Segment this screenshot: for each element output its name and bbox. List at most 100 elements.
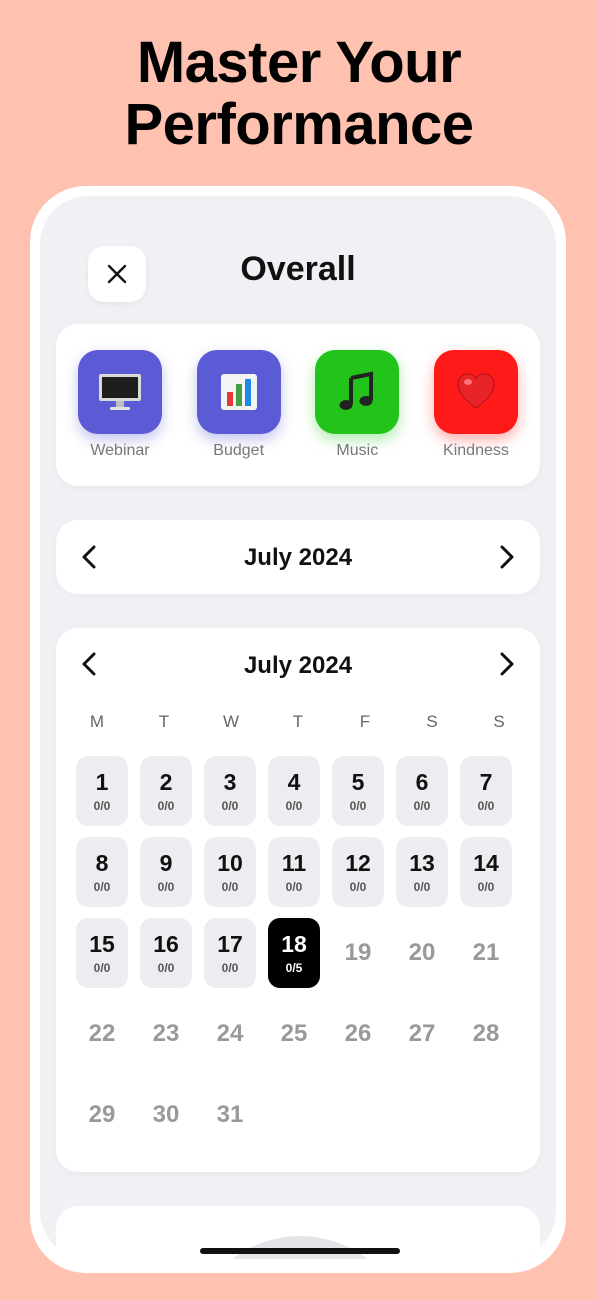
category-label: Kindness [443, 442, 509, 459]
day-score: 0/0 [93, 961, 111, 975]
day-score: 0/0 [285, 880, 303, 894]
calendar-card: July 2024 M T W T F S S 1 0/0 2 0/0 3 0/0 4 0/0… [56, 628, 540, 1172]
headline: Master Your Performance [0, 32, 598, 156]
calendar-day[interactable]: 3 0/0 [204, 756, 256, 826]
category-budget[interactable]: Budget [191, 350, 287, 460]
calendar-week: 8 0/0 9 0/0 10 0/0 11 0/0 12 0/0 13 0/0 14 0/0 [76, 837, 512, 918]
day-number: 28 [472, 1020, 500, 1047]
calendar-day[interactable]: 29 [76, 1080, 128, 1150]
calendar-week: 1 0/0 2 0/0 3 0/0 4 0/0 5 0/0 6 0/0 7 0/0 [76, 756, 512, 837]
weekday-label: F [359, 712, 371, 731]
calendar-week: 22 23 24 25 26 27 28 [76, 999, 512, 1080]
calendar-day[interactable]: 25 [268, 999, 320, 1069]
calendar-day[interactable]: 30 [140, 1080, 192, 1150]
day-number: 5 [351, 769, 365, 795]
category-label: Budget [213, 442, 265, 459]
day-score: 0/0 [157, 880, 175, 894]
day-number: 2 [159, 769, 173, 795]
calendar-day[interactable]: 11 0/0 [268, 837, 320, 907]
day-score: 0/0 [349, 799, 367, 813]
category-kindness[interactable]: Kindness [428, 350, 524, 460]
day-number: 23 [152, 1020, 180, 1047]
day-number: 7 [479, 769, 493, 795]
calendar-grid: 1 0/0 2 0/0 3 0/0 4 0/0 5 0/0 6 0/0 7 0/0 8 0/0 9 0/0 10 0/… [76, 756, 512, 1161]
category-webinar[interactable]: Webinar [72, 350, 168, 460]
calendar-day[interactable]: 23 [140, 999, 192, 1069]
home-indicator[interactable] [200, 1248, 400, 1254]
day-number: 29 [88, 1101, 116, 1128]
day-number: 6 [415, 769, 429, 795]
day-number: 11 [281, 850, 307, 876]
category-tile [78, 350, 162, 434]
day-number: 19 [344, 939, 372, 966]
day-number: 24 [216, 1020, 244, 1047]
category-card: Webinar Budget Music Kindness [56, 324, 540, 486]
music-note-icon [339, 371, 374, 410]
calendar-day[interactable]: 27 [396, 999, 448, 1069]
headline-line-2: Performance [124, 92, 474, 157]
heart-icon [457, 373, 495, 409]
calendar-day[interactable]: 1 0/0 [76, 756, 128, 826]
calendar-day[interactable]: 2 0/0 [140, 756, 192, 826]
month-selector-label: July 2024 [243, 544, 353, 571]
calendar-day[interactable]: 21 [460, 918, 512, 988]
day-score: 0/0 [285, 799, 303, 813]
calendar-day[interactable]: 13 0/0 [396, 837, 448, 907]
calendar-day[interactable]: 14 0/0 [460, 837, 512, 907]
day-number: 20 [408, 939, 436, 966]
calendar-day[interactable]: 5 0/0 [332, 756, 384, 826]
day-number: 30 [152, 1101, 180, 1128]
weekday-header: M T W T F S S [70, 712, 526, 732]
day-number: 12 [345, 850, 371, 876]
day-score: 0/0 [349, 880, 367, 894]
calendar-day[interactable]: 8 0/0 [76, 837, 128, 907]
category-label: Webinar [90, 442, 150, 459]
day-score: 0/0 [93, 880, 111, 894]
day-score: 0/0 [413, 799, 431, 813]
calendar-day[interactable]: 20 [396, 918, 448, 988]
weekday-label: S [426, 712, 438, 731]
monitor-icon [99, 374, 141, 410]
day-number: 13 [409, 850, 435, 876]
day-number: 4 [287, 769, 301, 795]
day-number: 10 [217, 850, 243, 876]
day-score: 0/0 [477, 880, 495, 894]
day-number: 14 [473, 850, 499, 876]
day-score: 0/0 [221, 880, 239, 894]
calendar-day[interactable]: 18 0/5 [268, 918, 320, 988]
calendar-week: 15 0/0 16 0/0 17 0/0 18 0/5 19 20 21 [76, 918, 512, 999]
day-number: 31 [216, 1101, 244, 1128]
calendar-day[interactable]: 15 0/0 [76, 918, 128, 988]
calendar-day[interactable]: 12 0/0 [332, 837, 384, 907]
day-number: 15 [89, 931, 115, 957]
calendar-day[interactable]: 26 [332, 999, 384, 1069]
calendar-day[interactable]: 9 0/0 [140, 837, 192, 907]
day-number: 1 [95, 769, 109, 795]
calendar-day[interactable]: 22 [76, 999, 128, 1069]
calendar-day[interactable]: 4 0/0 [268, 756, 320, 826]
weekday-label: M [89, 712, 105, 731]
day-number: 17 [217, 931, 243, 957]
calendar-day[interactable]: 17 0/0 [204, 918, 256, 988]
day-number: 26 [344, 1020, 372, 1047]
day-score: 0/0 [477, 799, 495, 813]
calendar-day[interactable]: 28 [460, 999, 512, 1069]
chevron-right-icon[interactable] [492, 650, 520, 678]
day-number: 8 [95, 850, 109, 876]
calendar-day[interactable]: 16 0/0 [140, 918, 192, 988]
calendar-day[interactable]: 19 [332, 918, 384, 988]
weekday-label: T [292, 712, 304, 731]
calendar-day[interactable]: 6 0/0 [396, 756, 448, 826]
calendar-day[interactable]: 24 [204, 999, 256, 1069]
day-number: 21 [472, 939, 500, 966]
calendar-day[interactable]: 31 [204, 1080, 256, 1150]
calendar-day[interactable]: 7 0/0 [460, 756, 512, 826]
chevron-right-icon[interactable] [492, 543, 520, 571]
day-number: 9 [159, 850, 173, 876]
category-music[interactable]: Music [309, 350, 405, 460]
app-screen: Overall Webinar Budget Music Kindness Ju… [40, 196, 556, 1259]
headline-line-1: Master Your [136, 30, 462, 95]
day-number: 3 [223, 769, 237, 795]
day-number: 25 [280, 1020, 308, 1047]
calendar-day[interactable]: 10 0/0 [204, 837, 256, 907]
